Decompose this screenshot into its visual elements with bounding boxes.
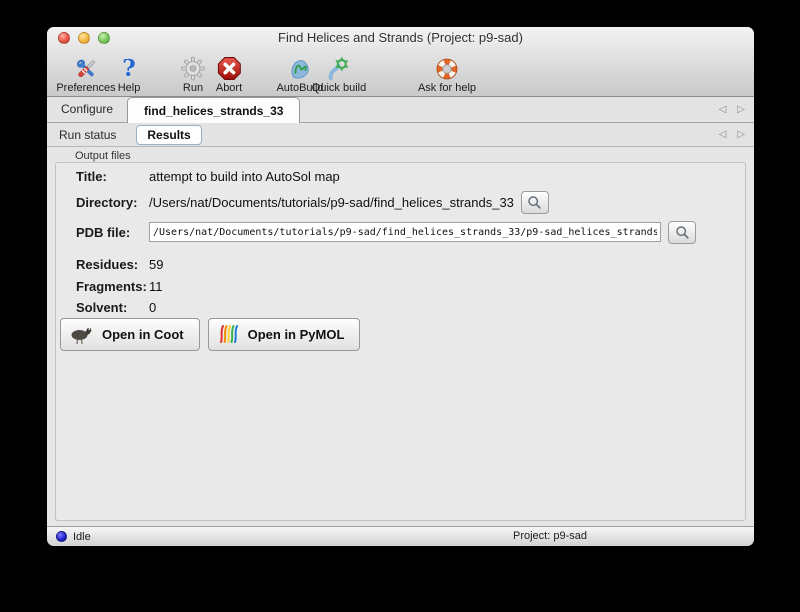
status-bar: Idle Project: p9-sad [47,526,754,546]
gear-protein-icon [326,55,352,82]
toolbar-item-label: Abort [215,82,243,94]
coot-bird-icon [71,327,94,345]
app-window: Find Helices and Strands (Project: p9-sa… [47,27,754,546]
window-header: Find Helices and Strands (Project: p9-sa… [47,27,754,97]
residues-label: Residues: [76,256,139,272]
help-button[interactable]: ? Help [118,55,141,94]
tab-scroll-left-icon[interactable]: ◁ [719,129,727,140]
directory-value: /Users/nat/Documents/tutorials/p9-sad/fi… [149,194,514,210]
toolbar-item-label: Quick build [311,82,367,94]
ask-for-help-button[interactable]: Ask for help [418,55,476,94]
residues-value: 59 [149,256,164,272]
tab-scroll-arrows: ◁ ▷ [719,97,745,122]
open-buttons-row: Open in Coot Open in PyMOL [60,317,725,351]
pdb-file-input[interactable] [149,222,661,242]
window-title: Find Helices and Strands (Project: p9-sa… [278,30,523,45]
open-in-coot-label: Open in Coot [102,326,184,342]
tab-scroll-right-icon[interactable]: ▷ [737,129,745,140]
directory-label: Directory: [76,194,138,210]
title-bar[interactable]: Find Helices and Strands (Project: p9-sa… [47,27,754,48]
pdb-file-label: PDB file: [76,224,131,240]
toolbar-item-label: Help [117,82,141,94]
title-row: Title: attempt to build into AutoSol map [76,166,725,186]
open-in-coot-button[interactable]: Open in Coot [60,317,200,351]
tab-run-status[interactable]: Run status [47,128,128,142]
preferences-button[interactable]: Preferences [56,55,116,94]
magnifier-icon [528,195,542,209]
pdb-file-row: PDB file: [76,220,725,244]
toolbar-item-label: Run [182,82,204,94]
residues-row: Residues: 59 [76,254,725,274]
toolbar: Preferences ? Help Run Abort AutoBuild Q… [47,48,754,96]
project-label: Project: p9-sad [513,530,587,542]
magnifier-icon [675,225,689,239]
gear-icon [181,55,206,82]
output-files-group-box: Title: attempt to build into AutoSol map… [55,162,746,521]
run-button[interactable]: Run [181,55,206,94]
tab-scroll-arrows: ◁ ▷ [719,123,745,146]
pdb-file-browse-button[interactable] [668,220,696,244]
directory-row: Directory: /Users/nat/Documents/tutorial… [76,190,725,214]
solvent-value: 0 [149,299,157,315]
pymol-ribbon-icon [219,325,238,343]
tab-scroll-left-icon[interactable]: ◁ [719,104,727,115]
tab-configure[interactable]: Configure [47,97,127,122]
title-value: attempt to build into AutoSol map [149,168,340,184]
toolbar-item-label: Ask for help [417,82,477,94]
desktop-background: Find Helices and Strands (Project: p9-sa… [0,0,800,612]
directory-browse-button[interactable] [520,190,549,214]
open-in-pymol-label: Open in PyMOL [247,326,345,342]
traffic-lights [58,32,110,44]
close-button[interactable] [58,32,70,44]
open-in-pymol-button[interactable]: Open in PyMOL [207,317,361,351]
fragments-label: Fragments: [76,278,147,294]
tab-bar-run: Run status Results ◁ ▷ [47,123,754,147]
results-panel: Output files Title: attempt to build int… [47,147,754,526]
protein-ribbon-icon [287,55,313,82]
tab-find-helices-strands-33[interactable]: find_helices_strands_33 [127,97,301,123]
tab-bar-main: Configure find_helices_strands_33 ◁ ▷ [47,97,754,123]
fragments-value: 11 [149,278,163,294]
toolbar-item-label: Preferences [56,82,116,94]
status-indicator-icon [56,531,67,542]
question-mark-icon: ? [122,55,136,82]
status-text: Idle [73,530,91,543]
minimize-button[interactable] [78,32,90,44]
stop-x-icon [216,55,241,82]
zoom-button[interactable] [98,32,110,44]
abort-button[interactable]: Abort [216,55,242,94]
tab-results[interactable]: Results [136,124,202,145]
tab-scroll-right-icon[interactable]: ▷ [737,104,745,115]
lifebuoy-icon [435,55,459,82]
solvent-row: Solvent: 0 [76,297,725,317]
quick-build-button[interactable]: Quick build [312,55,366,94]
fragments-row: Fragments: 11 [76,276,725,296]
solvent-label: Solvent: [76,299,128,315]
tools-icon [73,55,99,82]
title-label: Title: [76,168,107,184]
output-files-section-label: Output files [75,150,131,162]
